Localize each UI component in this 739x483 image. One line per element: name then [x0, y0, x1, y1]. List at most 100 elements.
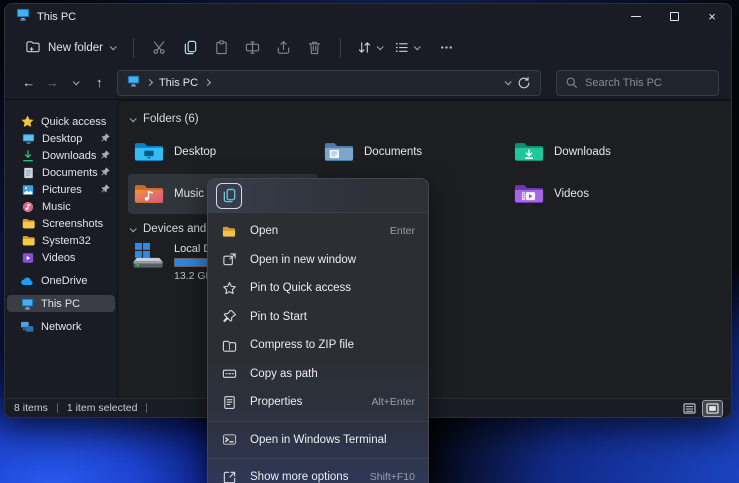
- delete-icon: [307, 40, 322, 55]
- minimize-button[interactable]: [617, 4, 655, 29]
- search-box[interactable]: [556, 70, 719, 96]
- menu-item-copy-as-path[interactable]: Copy as path: [212, 360, 424, 389]
- refresh-button[interactable]: [517, 76, 531, 90]
- recent-locations-button[interactable]: [64, 71, 87, 95]
- titlebar[interactable]: This PC ×: [5, 4, 731, 29]
- search-icon: [565, 76, 578, 89]
- close-button[interactable]: ×: [693, 4, 731, 29]
- pin-star-icon: [221, 281, 237, 296]
- sidebar-item-desktop[interactable]: Desktop: [7, 130, 115, 147]
- menu-item-show-more-options[interactable]: Show more options Shift+F10: [212, 463, 424, 483]
- address-bar[interactable]: This PC: [117, 70, 541, 96]
- forward-button[interactable]: →: [40, 71, 63, 95]
- folder-name: Music: [174, 188, 204, 200]
- sidebar-item-system32[interactable]: System32: [7, 232, 115, 249]
- refresh-icon: [517, 76, 531, 90]
- sidebar-item-quick-access[interactable]: Quick access: [7, 113, 115, 130]
- cut-button[interactable]: [144, 35, 175, 61]
- sort-chevron-icon: [377, 43, 384, 50]
- folder-name: Documents: [364, 146, 422, 158]
- thumbnail-view-button[interactable]: [703, 401, 722, 416]
- item-count: 8 items: [14, 402, 48, 414]
- onedrive-cloud-icon: [20, 276, 34, 286]
- details-view-button[interactable]: [680, 401, 699, 416]
- collapse-chevron-icon: [130, 115, 137, 122]
- sidebar-item-onedrive[interactable]: OneDrive: [7, 272, 115, 289]
- menu-item-open-windows-terminal[interactable]: Open in Windows Terminal: [212, 426, 424, 455]
- new-folder-icon: [25, 39, 41, 57]
- sidebar-item-videos[interactable]: Videos: [7, 249, 115, 266]
- desktop-folder-icon: [134, 140, 164, 165]
- sidebar-item-pictures[interactable]: Pictures: [7, 181, 115, 198]
- search-input[interactable]: [585, 77, 710, 89]
- network-icon: [20, 321, 34, 333]
- context-menu: Open Enter Open in new window Pin to Qui…: [207, 178, 429, 483]
- sidebar-item-label: Music: [42, 201, 71, 213]
- maximize-button[interactable]: [655, 4, 693, 29]
- menu-item-compress-zip[interactable]: Compress to ZIP file: [212, 331, 424, 360]
- pin-icon: [101, 133, 110, 145]
- menu-item-open[interactable]: Open Enter: [212, 217, 424, 246]
- terminal-icon: [221, 432, 237, 447]
- view-button[interactable]: [388, 35, 425, 61]
- back-button[interactable]: ←: [17, 71, 40, 95]
- share-icon: [276, 40, 291, 55]
- details-view-icon: [683, 403, 696, 414]
- folders-header-label: Folders (6): [143, 113, 199, 125]
- folder-tile-documents[interactable]: Documents: [318, 132, 508, 172]
- menu-item-open-new-window[interactable]: Open in new window: [212, 246, 424, 275]
- copy-button[interactable]: [175, 35, 206, 61]
- breadcrumb-this-pc[interactable]: This PC: [159, 77, 198, 89]
- menu-item-properties[interactable]: Properties Alt+Enter: [212, 388, 424, 417]
- menu-separator: [208, 421, 428, 422]
- sidebar-item-label: OneDrive: [41, 275, 87, 287]
- local-disk-icon: [132, 242, 166, 270]
- command-bar: New folder: [5, 29, 731, 66]
- sidebar-item-label: Quick access: [41, 116, 106, 128]
- menu-item-pin-quick-access[interactable]: Pin to Quick access: [212, 274, 424, 303]
- paste-icon: [214, 40, 229, 55]
- folder-icon: [21, 235, 35, 246]
- new-folder-button[interactable]: New folder: [17, 34, 123, 62]
- folder-tile-videos[interactable]: Videos: [508, 174, 698, 214]
- rename-button[interactable]: [237, 35, 268, 61]
- sidebar-item-network[interactable]: Network: [7, 318, 115, 335]
- sidebar-item-documents[interactable]: Documents: [7, 164, 115, 181]
- sidebar-item-downloads[interactable]: Downloads: [7, 147, 115, 164]
- folder-tile-downloads[interactable]: Downloads: [508, 132, 698, 172]
- delete-button[interactable]: [299, 35, 330, 61]
- more-options-button[interactable]: [431, 35, 462, 61]
- up-button[interactable]: ↑: [87, 71, 110, 95]
- properties-icon: [221, 395, 237, 410]
- breadcrumb-chevron-icon[interactable]: [204, 79, 211, 86]
- desktop-icon: [21, 133, 35, 145]
- show-more-icon: [221, 470, 237, 483]
- rename-icon: [245, 40, 260, 55]
- sidebar-item-screenshots[interactable]: Screenshots: [7, 215, 115, 232]
- pin-icon: [101, 167, 110, 179]
- sidebar-item-label: Pictures: [42, 184, 82, 196]
- paste-button[interactable]: [206, 35, 237, 61]
- quick-copy-button[interactable]: [216, 183, 242, 209]
- statusbar-divider: [146, 403, 147, 413]
- copy-path-icon: [221, 366, 237, 381]
- selection-count: 1 item selected: [67, 402, 138, 414]
- folder-tile-desktop[interactable]: Desktop: [128, 132, 318, 172]
- share-button[interactable]: [268, 35, 299, 61]
- pin-icon: [101, 184, 110, 196]
- music-folder-icon: [134, 182, 164, 207]
- folders-section-header[interactable]: Folders (6): [128, 113, 731, 125]
- video-icon: [21, 252, 35, 264]
- download-icon: [21, 150, 35, 162]
- pin-icon: [101, 150, 110, 162]
- sort-button[interactable]: [351, 35, 388, 61]
- menu-item-pin-start[interactable]: Pin to Start: [212, 303, 424, 332]
- this-pc-icon: [16, 8, 30, 26]
- sidebar-item-label: Documents: [42, 167, 98, 179]
- address-this-pc-icon: [127, 74, 140, 92]
- sidebar-item-music[interactable]: Music: [7, 198, 115, 215]
- address-dropdown-chevron-icon[interactable]: [505, 78, 512, 85]
- open-folder-icon: [221, 224, 237, 239]
- new-folder-label: New folder: [48, 42, 103, 54]
- sidebar-item-this-pc[interactable]: This PC: [7, 295, 115, 312]
